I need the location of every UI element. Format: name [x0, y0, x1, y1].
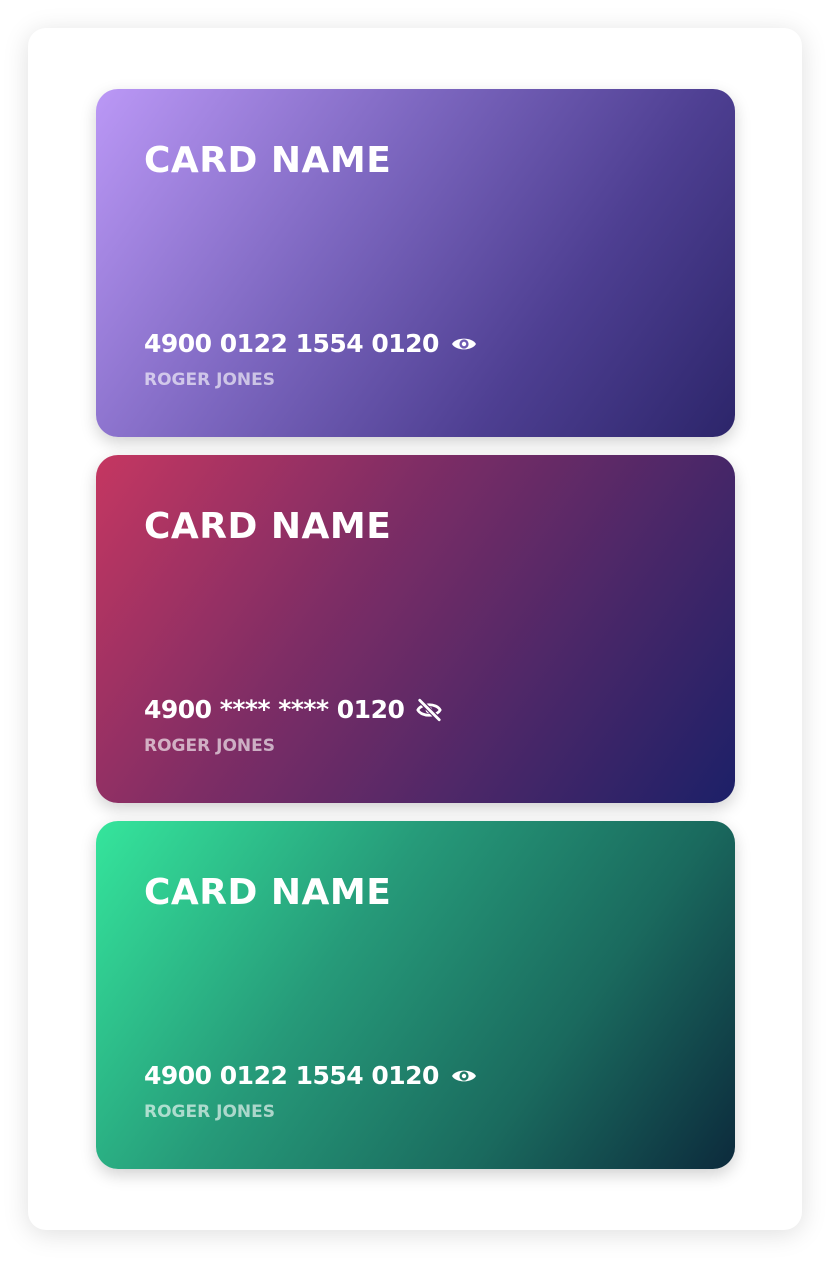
card-title: CARD NAME — [144, 872, 392, 913]
credit-card[interactable]: CARD NAME 4900 **** **** 0120 ROGER JONE… — [96, 455, 735, 803]
card-number-row: 4900 0122 1554 0120 — [144, 327, 477, 361]
credit-card[interactable]: CARD NAME 4900 0122 1554 0120 ROGER JONE… — [96, 821, 735, 1169]
card-number: 4900 **** **** 0120 — [144, 695, 405, 724]
card-number-row: 4900 **** **** 0120 — [144, 693, 443, 727]
card-number: 4900 0122 1554 0120 — [144, 329, 439, 358]
eye-icon[interactable] — [451, 331, 477, 357]
card-holder-name: ROGER JONES — [144, 1102, 275, 1122]
card-title: CARD NAME — [144, 140, 392, 181]
card-title: CARD NAME — [144, 506, 392, 547]
card-number: 4900 0122 1554 0120 — [144, 1061, 439, 1090]
card-number-row: 4900 0122 1554 0120 — [144, 1059, 477, 1093]
eye-icon[interactable] — [451, 1063, 477, 1089]
card-holder-name: ROGER JONES — [144, 370, 275, 390]
credit-card[interactable]: CARD NAME 4900 0122 1554 0120 ROGER JONE… — [96, 89, 735, 437]
card-holder-name: ROGER JONES — [144, 736, 275, 756]
eye-off-icon[interactable] — [416, 697, 443, 723]
